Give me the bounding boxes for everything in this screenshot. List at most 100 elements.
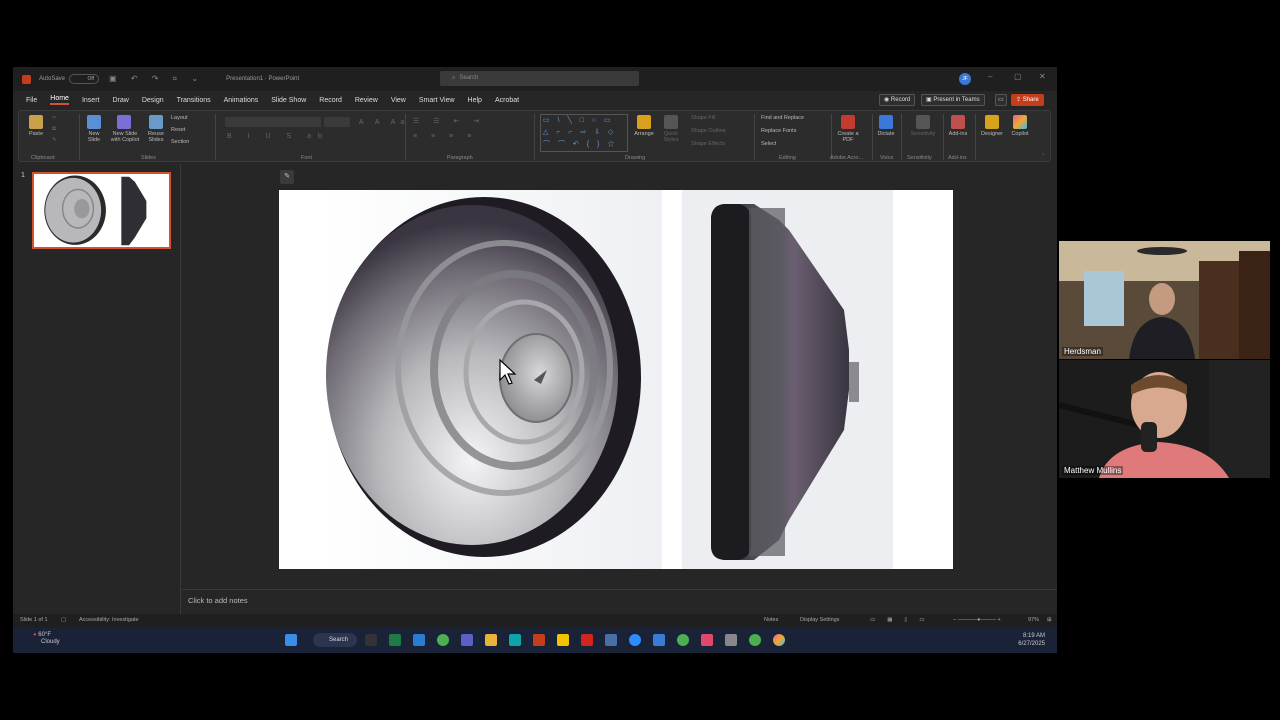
copilot-floating-icon[interactable]: ✎	[280, 170, 294, 184]
add-ins-button[interactable]: Add-ins	[946, 131, 970, 137]
divider	[943, 114, 944, 160]
group-slides-label: Slides	[141, 155, 156, 161]
tab-record[interactable]: Record	[319, 97, 342, 104]
speaker-cad-render	[279, 190, 953, 569]
dictate-button[interactable]: Dictate	[876, 131, 896, 137]
edge-icon[interactable]	[509, 634, 521, 646]
tab-insert[interactable]: Insert	[82, 97, 100, 104]
font-size-buttons[interactable]: A A Aa	[359, 119, 409, 126]
outlook-icon[interactable]	[413, 634, 425, 646]
format-painter-icon[interactable]: ✎	[52, 137, 57, 143]
font-family-select[interactable]	[225, 117, 321, 127]
divider	[405, 114, 406, 160]
zoom-level[interactable]: 97%	[1028, 617, 1039, 623]
quick-access-icons[interactable]: ▣ ↶ ↷ ⌗ ⌄	[109, 74, 204, 84]
sticky-notes-icon[interactable]	[557, 634, 569, 646]
share-button[interactable]: ⇪ Share	[1011, 94, 1044, 106]
display-settings[interactable]: Display Settings	[800, 617, 839, 623]
chrome-profile-icon[interactable]	[677, 634, 689, 646]
search-box[interactable]: ⌕ Search	[440, 71, 639, 86]
shape-effects-button[interactable]: Shape Effects	[691, 141, 725, 147]
group-clipboard-label: Clipboard	[31, 155, 55, 161]
list-buttons[interactable]: ☰ ☰ ⇤ ⇥	[413, 117, 485, 125]
group-voice-label: Voice	[880, 155, 894, 161]
app-icon[interactable]	[701, 634, 713, 646]
layout-button[interactable]: Layout	[171, 115, 188, 121]
copilot-slide-icon	[117, 115, 131, 129]
excel-icon[interactable]	[389, 634, 401, 646]
chrome-profile-icon[interactable]	[749, 634, 761, 646]
spelling-icon[interactable]: ▢	[61, 617, 66, 623]
create-pdf-button[interactable]: Create a PDF	[836, 131, 860, 143]
tab-review[interactable]: Review	[355, 97, 378, 104]
taskbar-search[interactable]: Search	[313, 633, 357, 647]
copilot-button[interactable]: Copilot	[1008, 131, 1032, 137]
shape-outline-button[interactable]: Shape Outline	[691, 128, 726, 134]
app-icon[interactable]	[605, 634, 617, 646]
fit-slide-icon[interactable]: ⊞	[1047, 617, 1052, 623]
quick-styles-button[interactable]: Quick Styles	[659, 131, 683, 143]
find-replace-button[interactable]: Find and Replace	[761, 115, 804, 121]
comments-button[interactable]: ▭	[995, 94, 1007, 106]
system-clock[interactable]: 8:19 AM 6/27/2025	[1018, 632, 1045, 648]
acrobat-icon[interactable]	[581, 634, 593, 646]
align-buttons[interactable]: ≡ ≡ ≡ ≡	[413, 133, 477, 140]
select-button[interactable]: Select	[761, 141, 776, 147]
present-in-teams-button[interactable]: ▣ Present in Teams	[921, 94, 985, 106]
designer-button[interactable]: Designer	[979, 131, 1005, 137]
notes-toggle[interactable]: Notes	[764, 617, 778, 623]
teams-taskbar-icon[interactable]	[461, 634, 473, 646]
slide-thumbnail[interactable]	[32, 172, 171, 249]
shape-fill-button[interactable]: Shape Fill	[691, 115, 715, 121]
zoom-app-icon[interactable]	[629, 634, 641, 646]
cut-icon[interactable]: ✂	[52, 115, 57, 121]
maximize-button[interactable]: ▢	[1014, 72, 1022, 81]
replace-fonts-button[interactable]: Replace Fonts	[761, 128, 796, 134]
slide-canvas[interactable]	[279, 190, 953, 569]
app-icon[interactable]	[725, 634, 737, 646]
tab-transitions[interactable]: Transitions	[177, 97, 211, 104]
minimize-button[interactable]: –	[988, 72, 992, 81]
sensitivity-button[interactable]: Sensitivity	[906, 131, 940, 137]
new-slide-button[interactable]: New Slide	[82, 131, 106, 143]
new-slide-copilot-button[interactable]: New Slide with Copilot	[107, 131, 143, 143]
shapes-gallery[interactable]: ▭ \ ╲ □ ○ ▭ △ ⌐ ⌐ ⇨ ⇩ ◇ ⌒ ⌒ ↶ { } ☆	[540, 114, 628, 152]
chrome-icon[interactable]	[437, 634, 449, 646]
tab-animations[interactable]: Animations	[224, 97, 259, 104]
file-explorer-icon[interactable]	[485, 634, 497, 646]
font-format-buttons[interactable]: B I U S ab	[227, 133, 329, 140]
task-view-icon[interactable]	[365, 634, 377, 646]
start-button-icon[interactable]	[285, 634, 297, 646]
add-ins-icon	[951, 115, 965, 129]
record-button[interactable]: ◉ Record	[879, 94, 916, 106]
autosave-toggle[interactable]: Off	[69, 74, 100, 84]
tab-help[interactable]: Help	[468, 97, 482, 104]
tab-view[interactable]: View	[391, 97, 406, 104]
copy-icon[interactable]: ⧉	[52, 126, 56, 133]
accessibility-status[interactable]: Accessibility: Investigate	[79, 617, 139, 623]
collapse-ribbon-icon[interactable]: ⌄	[1041, 151, 1046, 157]
paste-button[interactable]: Paste	[24, 131, 48, 137]
font-size-select[interactable]	[324, 117, 350, 127]
tab-file[interactable]: File	[26, 97, 37, 104]
reuse-slides-button[interactable]: Reuse Slides	[145, 131, 167, 143]
section-button[interactable]: Section	[171, 139, 189, 145]
tab-acrobat[interactable]: Acrobat	[495, 97, 519, 104]
tab-smart-view[interactable]: Smart View	[419, 97, 455, 104]
notes-pane[interactable]: Click to add notes	[182, 589, 1057, 614]
close-button[interactable]: ✕	[1039, 72, 1046, 81]
tab-design[interactable]: Design	[142, 97, 164, 104]
account-avatar[interactable]: JF	[959, 73, 971, 85]
view-buttons[interactable]: ▭▦▯▭	[870, 617, 937, 623]
arrange-button[interactable]: Arrange	[632, 131, 656, 137]
app-icon[interactable]	[653, 634, 665, 646]
notes-placeholder: Click to add notes	[188, 596, 248, 605]
tab-slide-show[interactable]: Slide Show	[271, 97, 306, 104]
tab-draw[interactable]: Draw	[112, 97, 128, 104]
tab-home[interactable]: Home	[50, 95, 69, 105]
powerpoint-taskbar-icon[interactable]	[533, 634, 545, 646]
reset-button[interactable]: Reset	[171, 127, 185, 133]
weather-widget[interactable]: ● 60°F Cloudy	[33, 632, 60, 646]
copilot-taskbar-icon[interactable]	[773, 634, 785, 646]
zoom-slider[interactable]: – ─────●──── +	[953, 617, 1001, 623]
